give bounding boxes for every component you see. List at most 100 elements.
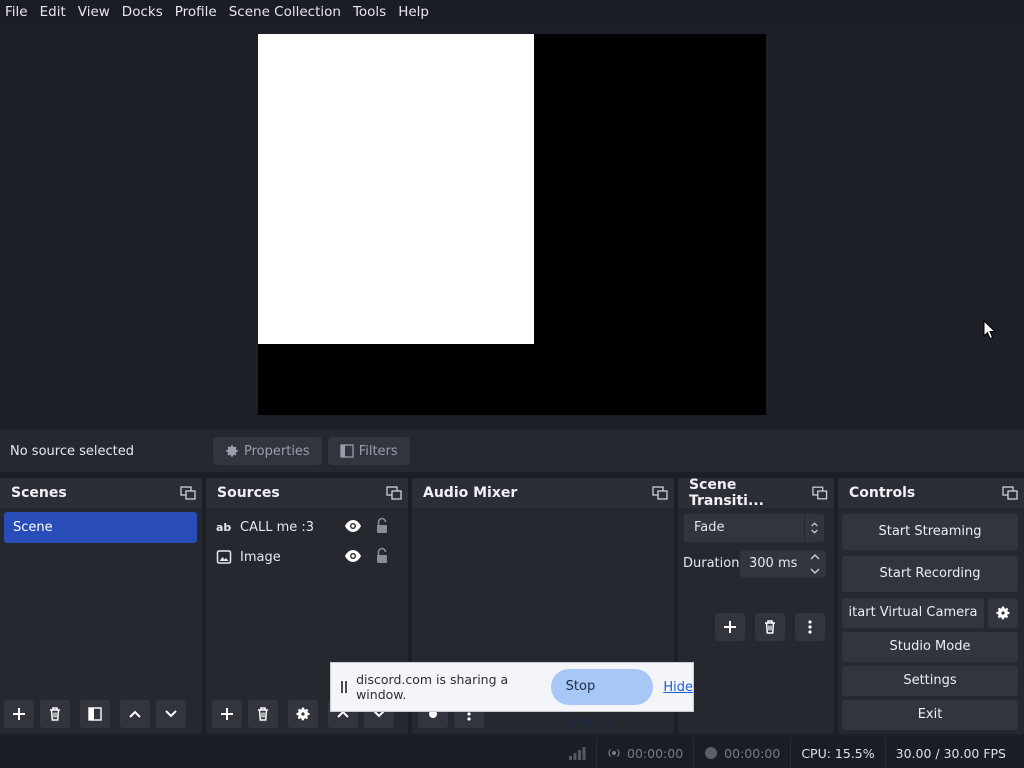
properties-button[interactable]: Properties [213, 437, 322, 465]
transition-select[interactable]: Fade [684, 514, 824, 542]
sources-title: Sources [217, 485, 280, 501]
remove-transition-button[interactable] [755, 613, 785, 641]
undock-icon[interactable] [180, 486, 196, 500]
preview-image-source[interactable] [258, 34, 534, 344]
start-virtual-camera-button[interactable]: itart Virtual Camera [842, 598, 984, 628]
stream-timer: 00:00:00 [596, 738, 693, 768]
undock-icon[interactable] [652, 486, 668, 500]
text-icon: ab [216, 521, 231, 534]
properties-label: Properties [244, 443, 310, 459]
plus-icon [221, 708, 233, 720]
plus-icon [13, 708, 25, 720]
mouse-cursor-icon [983, 320, 997, 340]
filter-icon [88, 707, 102, 721]
eye-icon[interactable] [344, 519, 362, 533]
trash-icon [765, 620, 775, 634]
scene-transitions-body: Fade Duration 300 ms [678, 508, 834, 734]
menu-file[interactable]: File [0, 0, 34, 24]
source-label: Image [240, 549, 281, 565]
eye-icon[interactable] [344, 549, 362, 563]
filter-icon [340, 444, 354, 458]
undock-icon[interactable] [386, 486, 402, 500]
preview-area [0, 24, 1024, 428]
menu-view[interactable]: View [72, 0, 116, 24]
signal-bars-icon [569, 747, 586, 760]
audio-mixer-dock-title: Audio Mixer [412, 478, 674, 508]
recording-timer: 00:00:00 [693, 738, 790, 768]
updown-arrows-icon [804, 514, 818, 542]
controls-body: Start Streaming Start Recording itart Vi… [838, 508, 1024, 734]
studio-mode-button[interactable]: Studio Mode [842, 632, 1018, 662]
lock-icon[interactable] [375, 547, 389, 565]
controls-title: Controls [849, 485, 916, 501]
undock-icon[interactable] [812, 486, 828, 500]
scenes-title: Scenes [11, 485, 67, 501]
broadcast-icon [608, 749, 620, 757]
chevron-up-icon [129, 710, 141, 718]
scene-transitions-dock-title: Scene Transiti... [678, 477, 834, 509]
fps-readout: 30.00 / 30.00 FPS [884, 738, 1024, 768]
scenes-list: Scene [0, 508, 202, 734]
add-scene-button[interactable] [4, 700, 34, 728]
move-scene-up-button[interactable] [120, 700, 150, 728]
remove-source-button[interactable] [248, 700, 278, 728]
duration-label: Duration [683, 556, 740, 571]
menu-docks[interactable]: Docks [116, 0, 169, 24]
trash-icon [258, 707, 268, 721]
scene-list-item[interactable]: Scene [4, 512, 197, 543]
gear-icon [996, 606, 1010, 620]
move-scene-down-button[interactable] [156, 700, 186, 728]
status-bar: 00:00:00 00:00:00 CPU: 15.5% 30.00 / 30.… [0, 738, 1024, 768]
duration-value: 300 ms [749, 556, 798, 571]
menu-profile[interactable]: Profile [169, 0, 223, 24]
svg-text:ab: ab [216, 521, 231, 534]
audio-mixer-title: Audio Mixer [423, 485, 518, 501]
virtual-camera-settings-button[interactable] [988, 598, 1018, 628]
preview-canvas[interactable] [258, 34, 766, 415]
hide-link[interactable]: Hide [663, 680, 693, 695]
screen-share-notification: discord.com is sharing a window. Stop sh… [330, 662, 694, 730]
plus-icon [724, 621, 736, 633]
sources-dock-title: Sources [206, 478, 408, 508]
spin-arrows-icon[interactable] [804, 550, 826, 578]
scenes-dock-title: Scenes [0, 478, 202, 508]
filters-label: Filters [358, 443, 398, 459]
menu-help[interactable]: Help [392, 0, 435, 24]
filters-button[interactable]: Filters [327, 437, 410, 465]
duration-spinbox[interactable]: 300 ms [740, 550, 826, 578]
source-item-image[interactable]: Image [216, 544, 396, 570]
lock-icon[interactable] [375, 517, 389, 535]
network-status [558, 738, 596, 768]
share-message: discord.com is sharing a window. [356, 672, 509, 702]
trash-icon [50, 707, 60, 721]
gear-icon [226, 445, 238, 457]
scene-transitions-dock: Scene Transiti... Fade Duration 300 ms [678, 477, 834, 734]
chevron-down-icon [165, 710, 177, 718]
exit-button[interactable]: Exit [842, 700, 1018, 730]
source-properties-button[interactable] [288, 700, 318, 728]
controls-dock: Controls Start Streaming Start Recording… [838, 478, 1024, 734]
stop-sharing-button[interactable]: Stop sharing [550, 669, 654, 730]
scenes-dock: Scenes Scene [0, 478, 202, 734]
menu-tools[interactable]: Tools [347, 0, 392, 24]
menu-edit[interactable]: Edit [34, 0, 72, 24]
record-icon [705, 747, 718, 759]
transition-selected-value: Fade [694, 520, 725, 535]
start-streaming-button[interactable]: Start Streaming [842, 514, 1018, 550]
pause-icon [341, 681, 348, 693]
settings-button[interactable]: Settings [842, 666, 1018, 696]
add-source-button[interactable] [212, 700, 242, 728]
source-context-bar: No source selected Properties Filters [0, 430, 1024, 472]
start-recording-button[interactable]: Start Recording [842, 556, 1018, 592]
transition-menu-button[interactable] [795, 613, 825, 641]
scene-filters-button[interactable] [80, 700, 110, 728]
cpu-usage: CPU: 15.5% [790, 738, 884, 768]
source-label: CALL me :3 [240, 519, 315, 535]
menu-bar: File Edit View Docks Profile Scene Colle… [0, 0, 1024, 24]
source-item-text[interactable]: ab CALL me :3 [216, 514, 396, 540]
remove-scene-button[interactable] [40, 700, 70, 728]
add-transition-button[interactable] [715, 613, 745, 641]
undock-icon[interactable] [1002, 486, 1018, 500]
menu-scene-collection[interactable]: Scene Collection [223, 0, 347, 24]
scene-transitions-title: Scene Transiti... [689, 477, 764, 509]
